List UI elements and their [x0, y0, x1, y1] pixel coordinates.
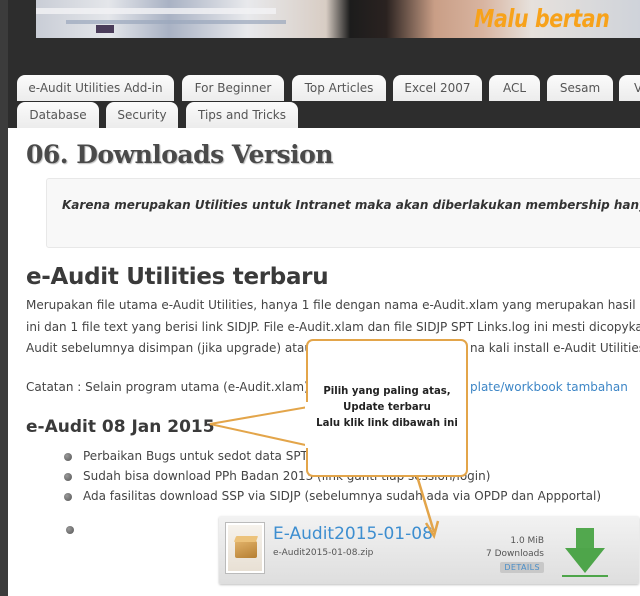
download-arrow-icon[interactable] [562, 528, 608, 578]
tab-database[interactable]: Database [17, 102, 99, 128]
instruction-callout: Pilih yang paling atas, Update terbaru L… [306, 339, 468, 477]
tab-excel-2007[interactable]: Excel 2007 [393, 75, 482, 101]
paragraph-line-3a: Audit sebelumnya disimpan (jika upgrade)… [26, 341, 327, 355]
download-title-link[interactable]: E-Audit2015-01-08 [273, 524, 433, 544]
page-title: 06. Downloads Version [26, 140, 333, 169]
bullet-icon [64, 473, 72, 481]
note-text: Catatan : Selain program utama (e-Audit.… [26, 380, 336, 394]
file-size: 1.0 MiB [510, 536, 544, 546]
bullet-icon [64, 493, 72, 501]
download-filename: e-Audit2015-01-08.zip [273, 548, 374, 558]
release-heading: e-Audit 08 Jan 2015 [26, 417, 215, 437]
paragraph-line-2: ini dan 1 file text yang berisi link SID… [26, 320, 640, 334]
paragraph-line-3b: na kali install e-Audit Utilities) [470, 341, 640, 355]
tab-e-audit-utilities-add-in[interactable]: e-Audit Utilities Add-in [17, 75, 174, 101]
tab-v-partial[interactable]: V [619, 75, 640, 101]
download-card: E-Audit2015-01-08 e-Audit2015-01-08.zip … [219, 516, 639, 584]
callout-line-2: Update terbaru [343, 400, 431, 413]
callout-line-1: Pilih yang paling atas, [323, 384, 451, 397]
callout-line-3: Lalu klik link dibawah ini [316, 416, 458, 429]
tab-for-beginner[interactable]: For Beginner [182, 75, 284, 101]
paragraph-line-1: Merupakan file utama e-Audit Utilities, … [26, 298, 640, 312]
left-edge-strip [0, 0, 8, 596]
tab-sesam[interactable]: Sesam [547, 75, 613, 101]
download-count: 7 Downloads [485, 549, 544, 559]
list-item: Ada fasilitas download SSP via SIDJP (se… [64, 486, 601, 506]
section-heading: e-Audit Utilities terbaru [26, 264, 329, 290]
tab-top-articles[interactable]: Top Articles [292, 75, 386, 101]
bullet-icon [66, 526, 74, 534]
tab-tips-and-tricks[interactable]: Tips and Tricks [186, 102, 298, 128]
banner-tagline: Malu bertan [474, 4, 610, 33]
bullet-icon [64, 453, 72, 461]
template-workbook-link[interactable]: plate/workbook tambahan [470, 380, 628, 394]
package-box-icon [235, 541, 257, 558]
tab-security[interactable]: Security [106, 102, 178, 128]
note-link[interactable]: plate/workbook tambahan [470, 377, 628, 397]
tab-acl[interactable]: ACL [489, 75, 540, 101]
header-banner: Malu bertan [36, 0, 640, 38]
notice-text: Karena merupakan Utilities untuk Intrane… [62, 198, 640, 212]
details-button[interactable]: DETAILS [500, 562, 544, 573]
file-thumbnail [225, 522, 265, 574]
membership-notice: Karena merupakan Utilities untuk Intrane… [46, 178, 640, 248]
